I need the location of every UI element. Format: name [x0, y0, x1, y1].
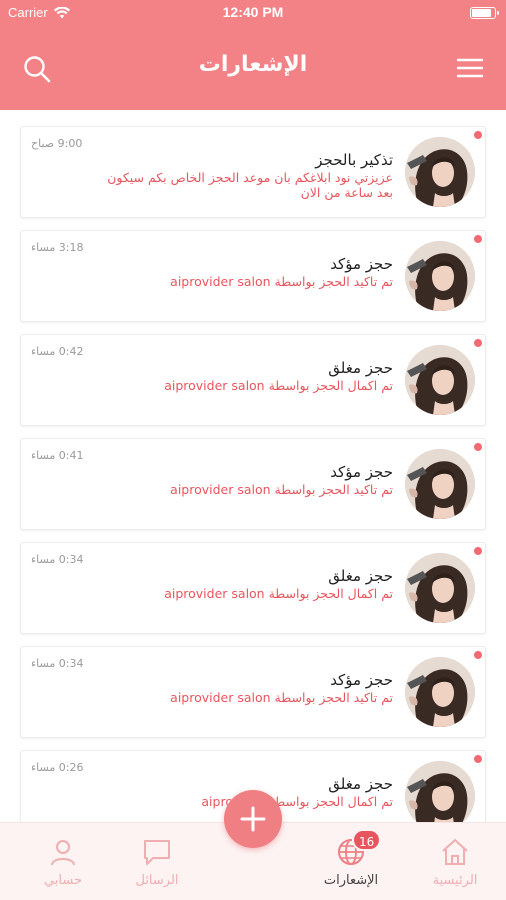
- notification-title: حجز مغلق: [328, 567, 393, 585]
- chat-icon: [144, 840, 170, 865]
- battery-icon: [470, 7, 499, 19]
- notification-card[interactable]: 9:00 صباح تذكير بالحجز عزيزتي نود ابلاغكم …: [20, 126, 486, 218]
- notification-card[interactable]: 0:34 مساء حجز مؤكد تم تاكيد الحجز بواسطة a…: [20, 646, 486, 738]
- notification-card[interactable]: 0:42 مساء حجز مغلق تم اكمال الحجز بواسطة a…: [20, 334, 486, 426]
- notification-content: تذكير بالحجز عزيزتي نود ابلاغكم بان موعد …: [93, 151, 393, 200]
- unread-indicator: [474, 131, 482, 139]
- notification-time: 0:42 مساء: [31, 345, 84, 358]
- plus-icon: [240, 806, 266, 832]
- notification-card[interactable]: 0:41 مساء حجز مؤكد تم تاكيد الحجز بواسطة a…: [20, 438, 486, 530]
- notification-body: تم اكمال الحجز بواسطة aiprovider salon: [164, 586, 393, 601]
- battery-level: [472, 9, 491, 17]
- notification-time: 0:34 مساء: [31, 553, 84, 566]
- notification-content: حجز مغلق تم اكمال الحجز بواسطة aiprovider…: [93, 359, 393, 393]
- notification-time: 0:34 مساء: [31, 657, 84, 670]
- notification-content: حجز مؤكد تم تاكيد الحجز بواسطة aiprovider…: [93, 671, 393, 705]
- user-icon: [51, 840, 75, 866]
- notification-title: حجز مؤكد: [330, 671, 393, 689]
- add-button[interactable]: [224, 790, 282, 848]
- unread-indicator: [474, 339, 482, 347]
- tab-messages[interactable]: الرسائل: [102, 837, 212, 888]
- avatar: [405, 761, 475, 831]
- avatar: [405, 345, 475, 415]
- tab-home[interactable]: الرئيسية: [400, 837, 506, 888]
- notification-title: حجز مؤكد: [330, 463, 393, 481]
- unread-indicator: [474, 443, 482, 451]
- tab-home-label: الرئيسية: [432, 873, 478, 888]
- tab-notifications[interactable]: 16 الإشعارات: [296, 829, 406, 888]
- notification-time: 3:18 مساء: [31, 241, 84, 254]
- avatar: [405, 449, 475, 519]
- notification-body: تم اكمال الحجز بواسطة aiprovider salon: [164, 378, 393, 393]
- notification-content: حجز مغلق تم اكمال الحجز بواسطة aiprovider…: [93, 567, 393, 601]
- notification-card[interactable]: 3:18 مساء حجز مؤكد تم تاكيد الحجز بواسطة a…: [20, 230, 486, 322]
- avatar: [405, 241, 475, 311]
- status-bar: Carrier 12:40 PM: [0, 0, 506, 26]
- notifications-list[interactable]: 9:00 صباح تذكير بالحجز عزيزتي نود ابلاغكم …: [0, 110, 506, 900]
- notification-content: حجز مؤكد تم تاكيد الحجز بواسطة aiprovider…: [93, 255, 393, 289]
- notification-body: تم تاكيد الحجز بواسطة aiprovider salon: [170, 690, 393, 705]
- unread-indicator: [474, 651, 482, 659]
- unread-indicator: [474, 235, 482, 243]
- notification-title: تذكير بالحجز: [315, 151, 393, 169]
- notification-body: تم تاكيد الحجز بواسطة aiprovider salon: [170, 274, 393, 289]
- status-time: 12:40 PM: [222, 4, 284, 20]
- avatar: [405, 553, 475, 623]
- notification-body: عزيزتي نود ابلاغكم بان موعد الحجز الخاص …: [107, 170, 393, 200]
- avatar: [405, 137, 475, 207]
- tab-notifications-label: الإشعارات: [323, 873, 379, 888]
- tab-messages-label: الرسائل: [135, 873, 179, 888]
- notification-title: حجز مؤكد: [330, 255, 393, 273]
- home-icon: [442, 839, 468, 865]
- avatar: [405, 657, 475, 727]
- notification-title: حجز مغلق: [328, 359, 393, 377]
- notifications-screen: Carrier 12:40 PM الإشعارات 9:00 صباح تذكي…: [0, 0, 506, 900]
- notifications-badge: 16: [352, 829, 382, 851]
- notification-time: 0:26 مساء: [31, 761, 84, 774]
- notification-time: 9:00 صباح: [31, 137, 83, 150]
- notification-body: تم تاكيد الحجز بواسطة aiprovider salon: [170, 482, 393, 497]
- notification-time: 0:41 مساء: [31, 449, 84, 462]
- header-bar: الإشعارات: [0, 26, 506, 110]
- notification-card[interactable]: 0:34 مساء حجز مغلق تم اكمال الحجز بواسطة a…: [20, 542, 486, 634]
- page-title: الإشعارات: [198, 52, 308, 77]
- notification-content: حجز مؤكد تم تاكيد الحجز بواسطة aiprovider…: [93, 463, 393, 497]
- unread-indicator: [474, 755, 482, 763]
- unread-indicator: [474, 547, 482, 555]
- menu-icon[interactable]: [456, 56, 484, 80]
